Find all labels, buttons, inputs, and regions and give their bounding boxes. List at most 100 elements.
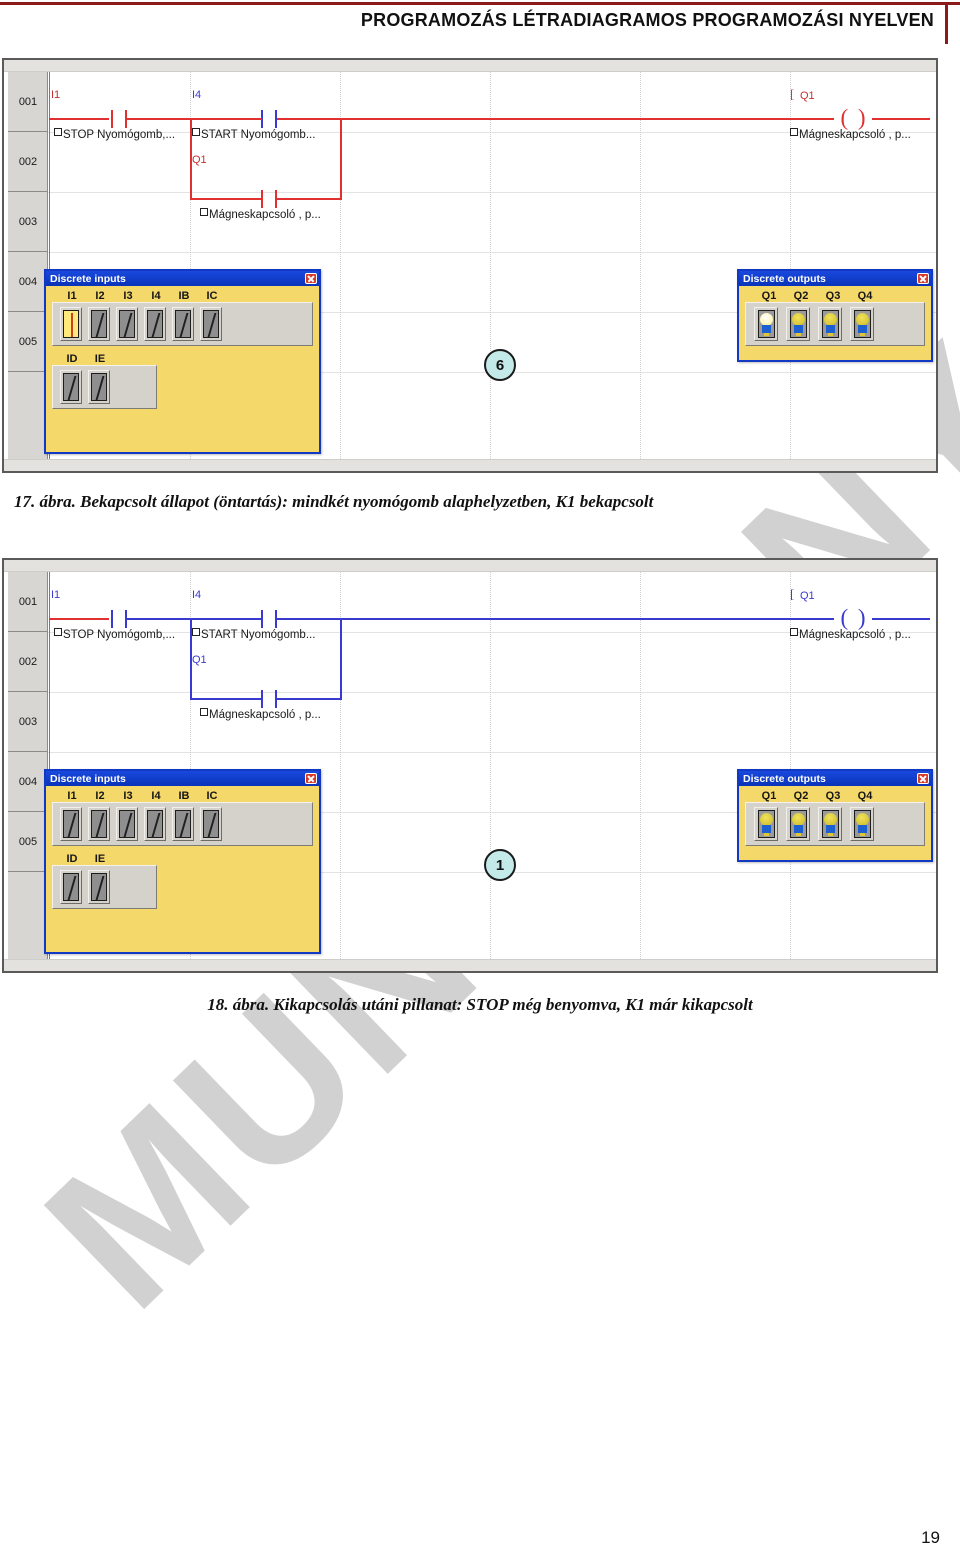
rung-wire-to-coil <box>340 118 834 120</box>
lamp-face <box>757 310 775 338</box>
output-lamp-q1[interactable] <box>754 307 778 341</box>
figure-18-ladder-screenshot: 001 002 003 004 005 I1 STOP Nyomógomb,..… <box>2 558 938 973</box>
switch-blade-icon <box>95 813 105 837</box>
header-right-rule <box>945 2 948 44</box>
input-switch-ie[interactable] <box>88 870 110 904</box>
switch-face <box>175 310 191 338</box>
input-switch-tray-2 <box>52 865 157 909</box>
row-number-cell: 002 <box>8 132 48 192</box>
switch-face <box>147 810 163 838</box>
rung-wire <box>277 118 342 120</box>
input-switch-i3[interactable] <box>116 807 138 841</box>
dialog-body: I1 I2 I3 I4 IB IC ID IE <box>46 786 319 915</box>
dialog-titlebar[interactable]: Discrete outputs <box>739 271 931 286</box>
coil-bracket-icon: [ <box>790 586 795 601</box>
switch-blade-icon <box>179 313 189 337</box>
lamp-tip <box>795 833 801 836</box>
discrete-outputs-dialog[interactable]: Discrete outputs Q1 Q2 Q3 Q4 <box>737 269 933 362</box>
input-switch-i2[interactable] <box>88 307 110 341</box>
row-number-cell: 002 <box>8 632 48 692</box>
figure-18-caption: 18. ábra. Kikapcsolás utáni pillanat: ST… <box>207 995 753 1014</box>
output-lamp-q4[interactable] <box>850 307 874 341</box>
input-switch-ic[interactable] <box>200 307 222 341</box>
grid-rowline <box>48 692 936 693</box>
row-number-cell: 003 <box>8 192 48 252</box>
input-switch-id[interactable] <box>60 870 82 904</box>
dialog-titlebar[interactable]: Discrete inputs <box>46 271 319 286</box>
switch-face <box>63 310 79 338</box>
output-label-row: Q1 Q2 Q3 Q4 <box>745 290 925 302</box>
output-lamp-q4[interactable] <box>850 807 874 841</box>
discrete-inputs-dialog[interactable]: Discrete inputs I1 I2 I3 I4 IB IC ID IE <box>44 269 321 454</box>
output-lamp-q3[interactable] <box>818 307 842 341</box>
grid-rowline <box>48 752 936 753</box>
contact-comment-contactor: Mágneskapcsoló , p... <box>200 208 321 221</box>
lamp-base <box>761 325 771 333</box>
dialog-title: Discrete outputs <box>743 772 826 785</box>
rung-wire <box>49 118 109 120</box>
page-number: 19 <box>921 1528 940 1547</box>
input-switch-i4[interactable] <box>144 307 166 341</box>
dialog-titlebar[interactable]: Discrete outputs <box>739 771 931 786</box>
switch-blade-icon <box>67 876 77 900</box>
input-switch-i3[interactable] <box>116 307 138 341</box>
rung-wire-to-coil <box>340 618 834 620</box>
output-lamp-q2[interactable] <box>786 807 810 841</box>
output-lamp-tray <box>745 302 925 346</box>
output-coil-q1[interactable]: ( ) <box>834 106 874 130</box>
input-switch-tray-1 <box>52 302 313 346</box>
close-icon[interactable] <box>917 273 929 284</box>
switch-face <box>63 873 79 901</box>
row-number-gutter: 001 002 003 004 005 <box>8 72 48 459</box>
input-switch-i1[interactable] <box>60 807 82 841</box>
discrete-outputs-dialog[interactable]: Discrete outputs Q1 Q2 Q3 Q4 <box>737 769 933 862</box>
grid-column-guide <box>490 572 491 959</box>
input-label: IC <box>206 290 218 302</box>
input-switch-id[interactable] <box>60 370 82 404</box>
input-label-row-1: I1 I2 I3 I4 IB IC <box>52 290 313 302</box>
ladder-canvas: 001 002 003 004 005 I1 STOP Nyomógomb,..… <box>4 72 936 459</box>
switch-face <box>91 310 107 338</box>
input-switch-ib[interactable] <box>172 307 194 341</box>
rung-wire-after-coil <box>872 618 930 620</box>
input-label: IB <box>178 290 190 302</box>
switch-face <box>91 873 107 901</box>
output-lamp-q1[interactable] <box>754 807 778 841</box>
contact-tag-i1: I1 <box>51 589 61 601</box>
input-switch-ib[interactable] <box>172 807 194 841</box>
rung-wire <box>190 618 262 620</box>
rung-wire-after-coil <box>872 118 930 120</box>
output-lamp-q3[interactable] <box>818 807 842 841</box>
output-coil-q1[interactable]: ( ) <box>834 606 874 630</box>
input-switch-i4[interactable] <box>144 807 166 841</box>
contact-comment-start: START Nyomógomb... <box>192 128 315 141</box>
input-switch-i2[interactable] <box>88 807 110 841</box>
close-icon[interactable] <box>917 773 929 784</box>
ladder-status-strip <box>4 459 936 471</box>
close-icon[interactable] <box>305 273 317 284</box>
switch-blade-icon <box>123 313 133 337</box>
contact-tag-i4: I4 <box>192 589 202 601</box>
dialog-titlebar[interactable]: Discrete inputs <box>46 771 319 786</box>
contact-tag-q1-branch: Q1 <box>192 154 207 166</box>
input-switch-ic[interactable] <box>200 807 222 841</box>
coil-comment: Mágneskapcsoló , p... <box>790 628 911 641</box>
input-switch-i1[interactable] <box>60 307 82 341</box>
discrete-inputs-dialog[interactable]: Discrete inputs I1 I2 I3 I4 IB IC ID IE <box>44 769 321 954</box>
input-label: IE <box>94 353 106 365</box>
input-switch-ie[interactable] <box>88 370 110 404</box>
close-icon[interactable] <box>305 773 317 784</box>
dialog-body: Q1 Q2 Q3 Q4 <box>739 786 931 852</box>
input-label: IE <box>94 853 106 865</box>
contact-comment-stop: STOP Nyomógomb,... <box>54 128 175 141</box>
row-number-cell: 001 <box>8 72 48 132</box>
grid-rowline <box>48 252 936 253</box>
switch-face <box>63 373 79 401</box>
input-label: IC <box>206 790 218 802</box>
switch-blade-icon <box>67 813 77 837</box>
switch-face <box>203 310 219 338</box>
lamp-base <box>857 325 867 333</box>
comment-marker-icon <box>200 708 208 716</box>
output-lamp-q2[interactable] <box>786 307 810 341</box>
branch-wire <box>277 198 342 200</box>
